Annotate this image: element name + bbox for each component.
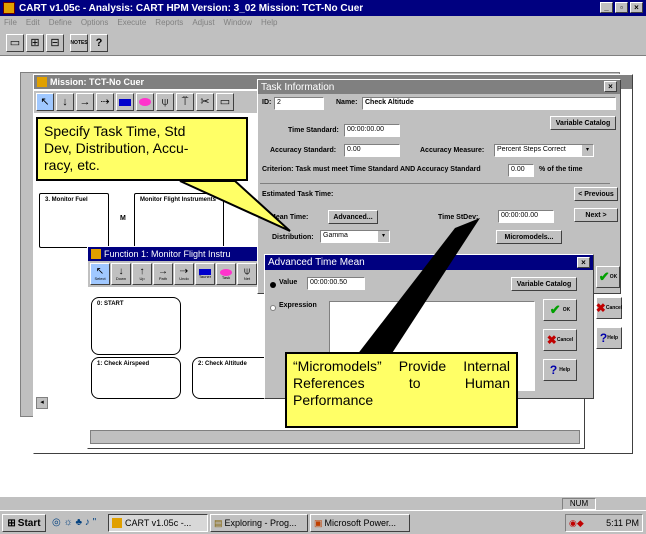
cart-app-icon xyxy=(112,518,122,528)
tray-icons[interactable]: ◉◆ xyxy=(569,515,584,531)
windows-logo-icon: ⊞ xyxy=(7,517,16,529)
num-indicator: NUM xyxy=(562,498,596,510)
status-bar: NUM xyxy=(0,496,646,510)
taskbar: ⊞ Start ◎ ☼ ♣ ♪ " CART v1.05c -... ▤ Explo… xyxy=(0,510,646,534)
folder-icon: ▤ xyxy=(214,517,223,528)
callout-micromodels: “Micromodels” Provide Internal Reference… xyxy=(285,352,518,428)
quicklaunch-icons[interactable]: ◎ ☼ ♣ ♪ " xyxy=(52,517,96,528)
taskbar-exploring[interactable]: ▤ Exploring - Prog... xyxy=(210,514,308,532)
start-button[interactable]: ⊞ Start xyxy=(2,514,46,532)
system-tray: ◉◆ 5:11 PM xyxy=(565,514,643,532)
taskbar-powerpoint[interactable]: ▣ Microsoft Power... xyxy=(310,514,410,532)
taskbar-cart[interactable]: CART v1.05c -... xyxy=(108,514,208,532)
powerpoint-icon: ▣ xyxy=(314,517,323,528)
clock: 5:11 PM xyxy=(606,518,639,528)
callout-task-time-pointer xyxy=(179,180,480,364)
